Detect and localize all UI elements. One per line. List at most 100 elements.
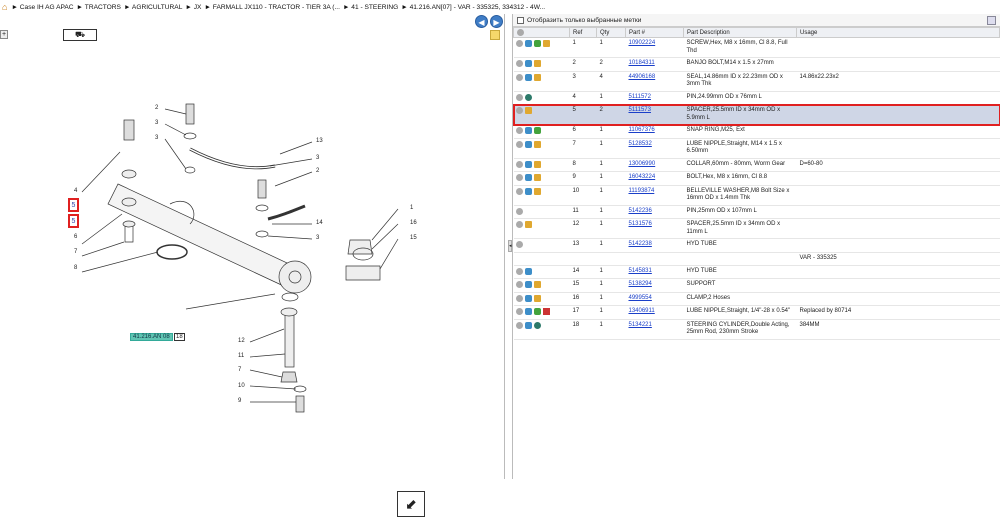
info-icon[interactable] — [515, 281, 523, 289]
info-icon[interactable] — [515, 127, 523, 135]
part-number-link[interactable]: 5111573 — [629, 107, 651, 113]
home-icon[interactable]: ⌂ — [2, 2, 7, 12]
table-row[interactable]: 1 1 10902224 SCREW,Hex, M8 x 16mm, Cl 8.8, … — [513, 37, 1000, 58]
settings-icon[interactable] — [517, 28, 524, 36]
info-icon[interactable] — [515, 60, 523, 67]
table-row[interactable]: 9 1 16043224 BOLT,Hex, M8 x 16mm, Cl 8.8 — [513, 171, 1000, 186]
callout-8[interactable]: 8 — [74, 265, 77, 271]
part-number-link[interactable]: 5131576 — [629, 221, 652, 227]
column-header[interactable] — [513, 27, 570, 38]
callout-4[interactable]: 4 — [74, 188, 77, 194]
navigate-icon[interactable] — [524, 40, 532, 47]
callout-3-top-a[interactable]: 3 — [155, 120, 158, 126]
callout-10[interactable]: 10 — [238, 383, 245, 389]
filter-checkbox[interactable] — [517, 16, 524, 24]
info-icon[interactable] — [515, 140, 523, 148]
column-header[interactable]: Part # — [625, 27, 684, 38]
table-row[interactable]: 3 4 44906168 SEAL,14.86mm ID x 22.23mm OD x… — [513, 71, 1000, 92]
part-number-link[interactable]: 5134221 — [629, 322, 652, 328]
part-number-link[interactable]: 13006990 — [629, 161, 656, 167]
table-row[interactable]: 6 1 11067376 SNAP RING,M25, Ext — [513, 124, 1000, 139]
replace-icon[interactable] — [533, 308, 541, 316]
table-row[interactable]: 18 1 5134221 STEERING CYLINDER,Double Actin… — [513, 319, 1000, 340]
callout-16[interactable]: 16 — [410, 220, 417, 226]
breadcrumb-item[interactable]: ► JX — [185, 4, 201, 11]
package-icon[interactable] — [533, 174, 541, 182]
navigate-icon[interactable] — [524, 321, 532, 329]
info-icon[interactable] — [515, 40, 523, 47]
vehicle-icon[interactable]: ⛟ — [63, 29, 97, 41]
navigate-icon[interactable] — [524, 73, 532, 81]
column-header[interactable]: Ref — [569, 27, 597, 38]
part-number-link[interactable]: 44906168 — [629, 74, 656, 80]
table-row[interactable]: 17 1 13406911 LUBE NIPPLE,Straight, 1/4"-28… — [513, 305, 1000, 320]
column-header[interactable]: Usage — [796, 27, 1000, 38]
navigate-icon[interactable] — [524, 281, 532, 289]
breadcrumb-item[interactable]: ► FARMALL JX110 - TRACTOR - TIER 3A (... — [204, 4, 340, 11]
table-row[interactable]: 15 1 5138294 SUPPORT — [513, 278, 1000, 293]
callout-11[interactable]: 11 — [238, 353, 244, 359]
part-number-link[interactable]: 5142238 — [629, 241, 652, 247]
package-icon[interactable] — [533, 60, 541, 67]
package-icon[interactable] — [542, 40, 550, 47]
info-icon[interactable] — [515, 267, 523, 275]
part-number-link[interactable]: 5111572 — [629, 94, 651, 100]
navigate-icon[interactable] — [524, 187, 532, 195]
package-icon[interactable] — [533, 140, 541, 148]
part-number-link[interactable]: 16043224 — [629, 174, 656, 180]
part-number-link[interactable]: 13406911 — [629, 308, 655, 314]
package-icon[interactable] — [533, 73, 541, 81]
info-icon[interactable] — [515, 207, 523, 215]
info-icon[interactable] — [515, 221, 523, 229]
notes-icon[interactable] — [490, 30, 500, 40]
info-icon[interactable] — [515, 308, 523, 316]
callout-13[interactable]: 13 — [316, 138, 323, 144]
part-number-link[interactable]: 4999554 — [629, 295, 652, 301]
callout-7-left[interactable]: 7 — [74, 249, 77, 255]
navigate-icon[interactable] — [524, 140, 532, 148]
table-row[interactable]: VAR - 335325 — [513, 252, 1000, 266]
info-icon[interactable] — [515, 93, 523, 101]
navigate-icon[interactable] — [524, 308, 532, 316]
callout-2-top[interactable]: 2 — [155, 105, 158, 111]
navigate-icon[interactable] — [524, 160, 532, 168]
wheel-icon[interactable] — [533, 321, 541, 329]
replace-icon[interactable] — [533, 127, 541, 135]
callout-2-right[interactable]: 2 — [316, 168, 319, 174]
navigate-icon[interactable] — [524, 60, 532, 67]
package-icon[interactable] — [533, 281, 541, 289]
breadcrumb-item[interactable]: ► 41.216.AN[07] - VAR - 335325, 334312 -… — [401, 4, 545, 11]
table-row[interactable]: 14 1 5145831 HYD TUBE — [513, 265, 1000, 280]
export-icon[interactable] — [987, 15, 996, 25]
callout-7-lower[interactable]: 7 — [238, 367, 241, 373]
info-icon[interactable] — [515, 107, 523, 115]
table-row[interactable]: 16 1 4999554 CLAMP,2 Hoses — [513, 292, 1000, 307]
prev-button[interactable]: ◀ — [475, 15, 488, 28]
table-row[interactable]: 10 1 11193874 BELLEVILLE WASHER,M8 Bolt Siz… — [513, 185, 1000, 206]
exit-arrow-icon[interactable]: ⬋ — [397, 491, 425, 517]
navigate-icon[interactable] — [524, 127, 532, 135]
callout-9[interactable]: 9 — [238, 398, 241, 404]
callout-5-highlight-a[interactable]: 5 — [68, 198, 79, 212]
part-number-link[interactable]: 5142236 — [629, 208, 652, 214]
table-row[interactable]: 5 2 5111573 SPACER,25.5mm ID x 34mm OD x 5.… — [512, 103, 1000, 126]
part-number-link[interactable]: 5145831 — [629, 268, 652, 274]
column-header[interactable]: Qty — [596, 27, 626, 38]
info-icon[interactable] — [515, 73, 523, 81]
table-row[interactable]: 13 1 5142238 HYD TUBE — [513, 238, 1000, 254]
callout-12[interactable]: 12 — [238, 338, 245, 344]
callout-15[interactable]: 15 — [410, 235, 417, 241]
info-icon[interactable] — [515, 160, 523, 168]
next-button[interactable]: ▶ — [490, 15, 503, 28]
part-number-link[interactable]: 10902224 — [629, 40, 656, 46]
part-number-link[interactable]: 11067376 — [629, 127, 655, 133]
expand-icon[interactable]: + — [0, 30, 8, 39]
info-icon[interactable] — [515, 174, 523, 182]
info-icon[interactable] — [515, 187, 523, 195]
callout-3-right[interactable]: 3 — [316, 155, 319, 161]
reference-link[interactable]: 41.216.AN 08 — [130, 333, 173, 341]
breadcrumb-item[interactable]: ► TRACTORS — [77, 4, 121, 11]
table-row[interactable]: 2 2 10184311 BANJO BOLT,M14 x 1.5 x 27mm — [513, 57, 1000, 72]
callout-14[interactable]: 14 — [316, 220, 323, 226]
part-number-link[interactable]: 5128532 — [629, 141, 652, 147]
